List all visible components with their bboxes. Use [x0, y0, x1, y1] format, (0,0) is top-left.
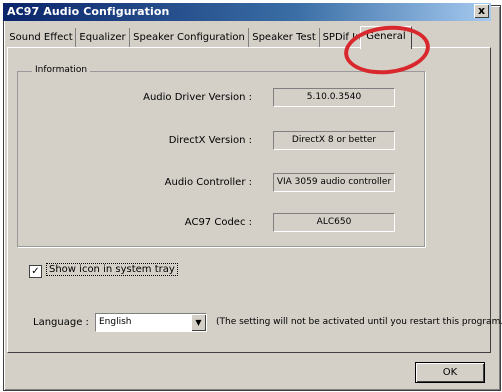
language-selected-value: English — [99, 317, 132, 327]
language-select[interactable]: English ▼ — [95, 313, 207, 332]
title-bar[interactable]: AC97 Audio Configuration x — [3, 3, 491, 21]
ac97-codec-value: ALC650 — [273, 213, 395, 232]
information-group-title: Information — [32, 65, 91, 75]
show-icon-label[interactable]: Show icon in system tray — [46, 263, 178, 276]
language-label: Language : — [33, 317, 89, 328]
ac97-codec-label: AC97 Codec : — [184, 217, 252, 228]
show-icon-checkbox[interactable]: ✓ — [29, 265, 42, 278]
window-title: AC97 Audio Configuration — [7, 5, 170, 18]
driver-version-label: Audio Driver Version : — [143, 92, 252, 103]
tab-equalizer[interactable]: Equalizer — [76, 28, 130, 48]
directx-version-label: DirectX Version : — [168, 135, 252, 146]
directx-version-value: DirectX 8 or better — [273, 131, 395, 150]
audio-controller-value: VIA 3059 audio controller — [273, 173, 395, 192]
tab-speaker-configuration[interactable]: Speaker Configuration — [130, 28, 249, 48]
restart-note: (The setting will not be activated until… — [216, 317, 502, 327]
ok-button[interactable]: OK — [416, 363, 484, 382]
window: AC97 Audio Configuration x Sound Effect … — [0, 0, 502, 392]
chevron-down-icon[interactable]: ▼ — [191, 314, 206, 331]
tab-speaker-test[interactable]: Speaker Test — [249, 28, 320, 48]
driver-version-value: 5.10.0.3540 — [273, 88, 395, 107]
close-icon[interactable]: x — [474, 4, 489, 18]
audio-controller-label: Audio Controller : — [164, 177, 252, 188]
tab-sound-effect[interactable]: Sound Effect — [7, 28, 76, 48]
